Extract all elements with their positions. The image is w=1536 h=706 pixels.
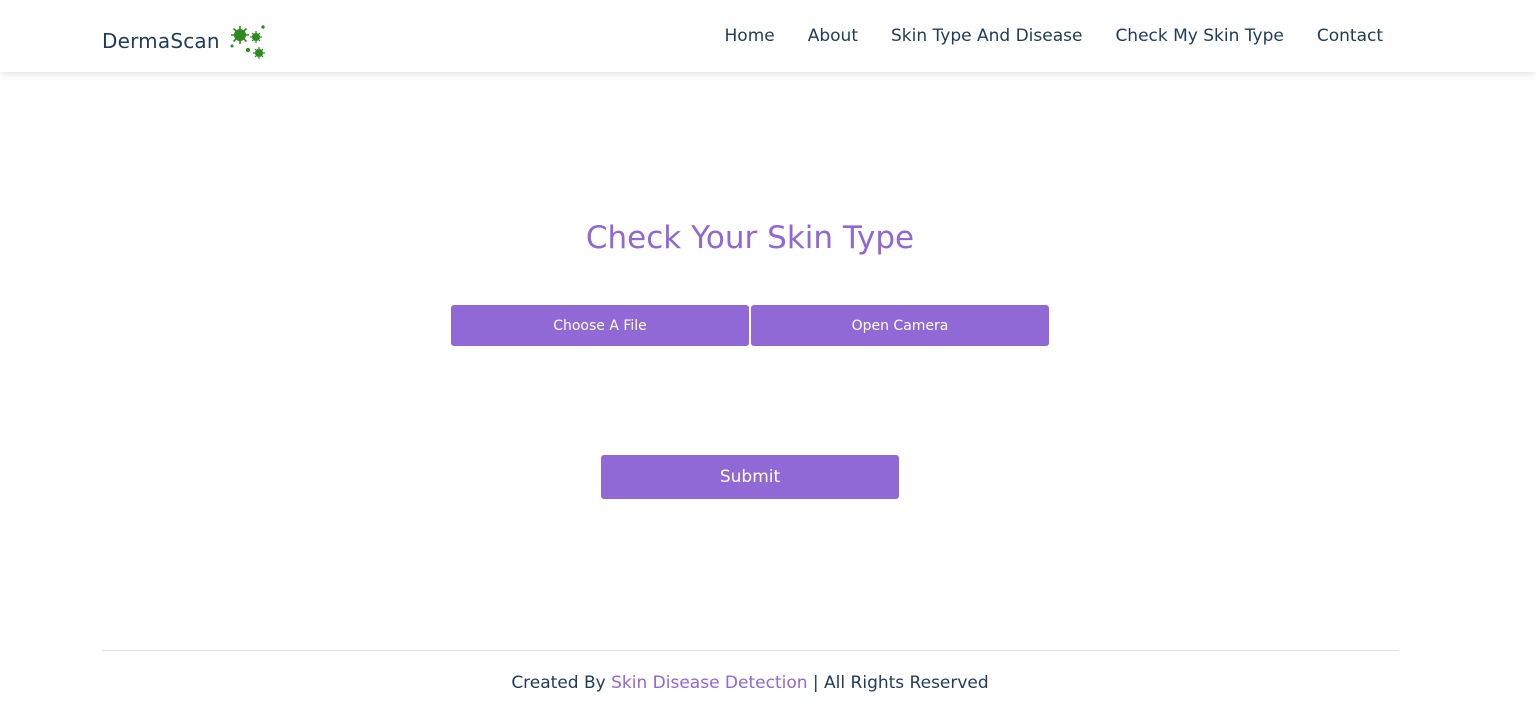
footer-link[interactable]: Skin Disease Detection (611, 673, 807, 693)
nav-about[interactable]: About (808, 26, 858, 46)
submit-button[interactable]: Submit (601, 455, 899, 499)
brand-link[interactable]: DermaScan (102, 20, 268, 62)
site-header: DermaScan Home About Skin Type And Disea… (0, 0, 1536, 72)
page-title: Check Your Skin Type (585, 220, 915, 256)
footer-prefix: Created By (511, 673, 612, 693)
nav-home[interactable]: Home (725, 26, 775, 46)
nav-skin-type-and-disease[interactable]: Skin Type And Disease (891, 26, 1082, 46)
footer-suffix: | All Rights Reserved (807, 673, 989, 693)
main-nav: Home About Skin Type And Disease Check M… (692, 26, 1383, 46)
footer-divider (102, 650, 1399, 651)
brand-name: DermaScan (102, 29, 220, 53)
nav-contact[interactable]: Contact (1317, 26, 1383, 46)
nav-check-my-skin-type[interactable]: Check My Skin Type (1115, 26, 1283, 46)
virus-icon (230, 25, 265, 59)
choose-file-button[interactable]: Choose A File (451, 305, 749, 346)
site-footer: Created By Skin Disease Detection | All … (0, 673, 1500, 693)
open-camera-button[interactable]: Open Camera (751, 305, 1049, 346)
